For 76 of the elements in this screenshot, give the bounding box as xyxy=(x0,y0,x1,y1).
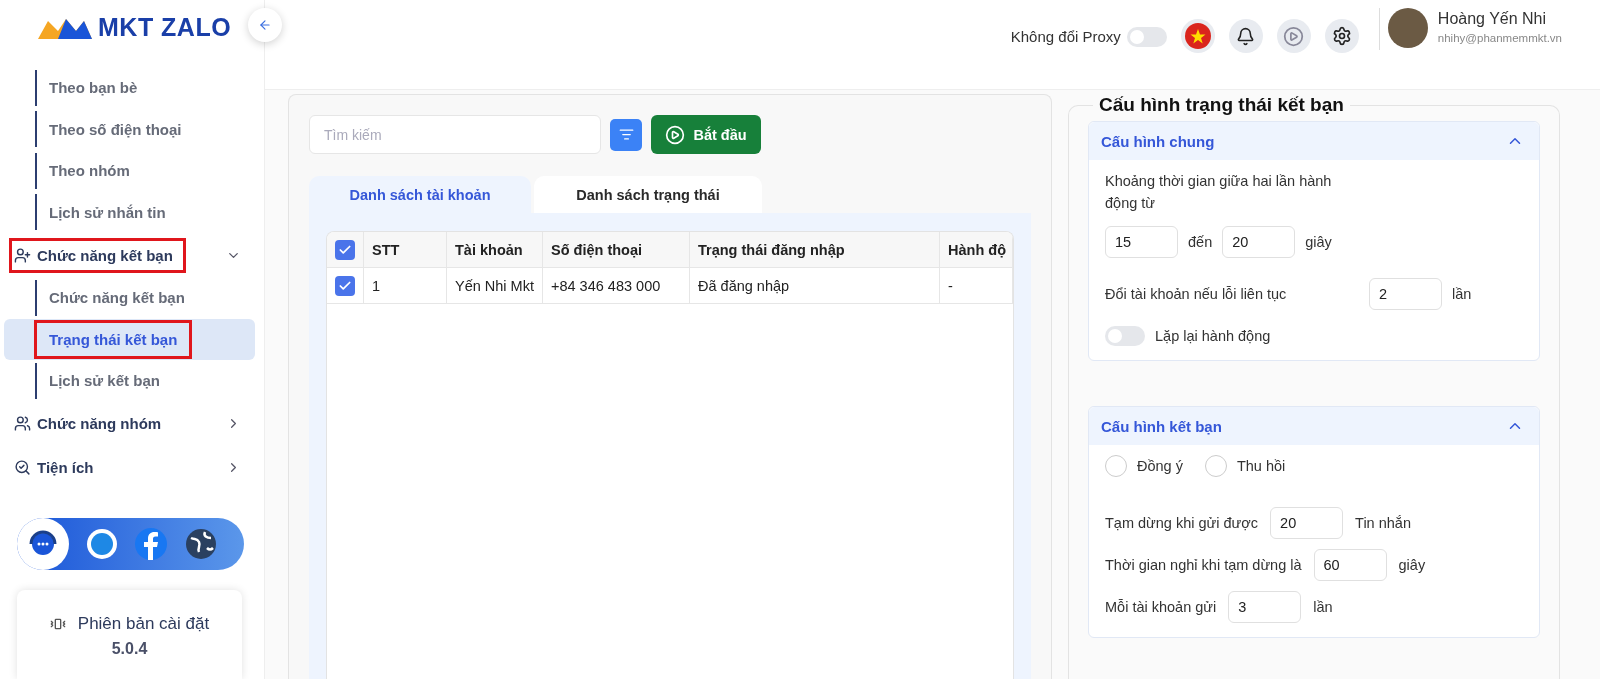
play-button[interactable] xyxy=(1276,19,1311,53)
play-icon xyxy=(1283,25,1305,47)
field-label: Tạm dừng khi gửi được xyxy=(1105,515,1259,531)
section-title[interactable]: Cấu hình chung xyxy=(1101,132,1215,150)
error-count-field[interactable]: 2 xyxy=(1369,278,1442,310)
unit-label: giây xyxy=(1305,234,1332,250)
table-cell: Đã đăng nhập xyxy=(690,268,940,303)
number-field[interactable]: 3 xyxy=(1228,591,1302,623)
avatar-placeholder xyxy=(1387,8,1428,48)
sidebar-group[interactable]: Tiện ích xyxy=(37,459,94,476)
switch-account-label: Đổi tài khoản nếu lỗi liên tục xyxy=(1105,286,1288,302)
notification-button[interactable] xyxy=(1228,19,1263,53)
table-cell: - xyxy=(940,268,1013,303)
number-field[interactable]: 20 xyxy=(1270,507,1344,539)
repeat-label: Lặp lại hành động xyxy=(1155,328,1271,344)
bell-icon xyxy=(1236,26,1256,46)
select-all-checkbox[interactable] xyxy=(335,239,355,260)
field-label: Thời gian nghỉ khi tạm dừng là xyxy=(1105,557,1302,573)
menu-group-icon xyxy=(14,415,31,432)
interval-to-field[interactable]: 20 xyxy=(1222,226,1296,258)
sidebar-item[interactable]: Theo nhóm xyxy=(37,154,142,188)
logo-text: MKT ZALO xyxy=(98,13,232,42)
user-name: Hoàng Yến Nhi xyxy=(1437,10,1548,28)
support-chat-icon[interactable] xyxy=(17,517,69,570)
section-title[interactable]: Cấu hình kết bạn xyxy=(1101,417,1222,435)
unit-label: lần xyxy=(1452,286,1472,302)
menu-group-icon xyxy=(14,459,31,476)
filter-button[interactable] xyxy=(610,118,642,151)
version-number: 5.0.4 xyxy=(111,639,148,658)
column-header: Tài khoản xyxy=(447,232,543,267)
to-label: đến xyxy=(1188,234,1213,250)
sidebar-group[interactable]: Chức năng kết bạn xyxy=(37,246,173,264)
config-title: Cấu hình trạng thái kết bạn xyxy=(1098,94,1345,116)
column-header: Trạng thái đăng nhập xyxy=(690,232,940,267)
user-email: nhihy@phanmemmkt.vn xyxy=(1437,32,1562,44)
menu-group-icon xyxy=(14,246,31,264)
table-cell: 1 xyxy=(364,268,447,303)
interval-label: Khoảng thời gian giữa hai lần hành động từ xyxy=(1105,172,1333,213)
globe-icon[interactable] xyxy=(185,527,217,560)
radio-button[interactable] xyxy=(1204,455,1227,477)
version-label: Phiên bản cài đặt xyxy=(77,613,210,634)
proxy-toggle[interactable] xyxy=(1126,27,1167,47)
unit-label: giây xyxy=(1398,557,1426,573)
repeat-toggle[interactable] xyxy=(1105,326,1145,346)
unit-label: Tin nhắn xyxy=(1355,515,1411,531)
interval-from-field[interactable]: 15 xyxy=(1105,226,1178,258)
sidebar-item[interactable]: Lịch sử nhắn tin xyxy=(37,195,178,229)
play-icon xyxy=(665,124,686,145)
flag-icon xyxy=(1184,23,1211,49)
tab[interactable]: Danh sách tài khoản xyxy=(309,176,531,213)
radio-label: Đồng ý xyxy=(1137,458,1183,474)
sidebar-item[interactable]: Chức năng kết bạn xyxy=(37,281,197,315)
filter-icon xyxy=(618,127,634,142)
language-flag-button[interactable] xyxy=(1180,19,1215,53)
number-field[interactable]: 60 xyxy=(1313,549,1387,581)
proxy-label: Không đổi Proxy xyxy=(1010,28,1121,45)
sidebar-item[interactable]: Theo bạn bè xyxy=(37,71,150,105)
column-header: Hành độ xyxy=(940,232,1013,267)
settings-icon xyxy=(1331,26,1352,46)
sidebar-group[interactable]: Chức năng nhóm xyxy=(37,415,162,432)
radio-label: Thu hồi xyxy=(1236,458,1286,474)
column-header: Số điện thoại xyxy=(543,232,690,267)
facebook-icon[interactable] xyxy=(135,527,167,560)
tab[interactable]: Danh sách trạng thái xyxy=(534,176,762,213)
start-button[interactable]: Bắt đầu xyxy=(651,115,761,154)
table-cell: +84 346 483 000 xyxy=(543,268,690,303)
field-label: Mỗi tài khoản gửi xyxy=(1105,599,1217,615)
radio-button[interactable] xyxy=(1105,455,1127,477)
sidebar-item[interactable]: Theo số điện thoại xyxy=(37,112,194,146)
column-header: STT xyxy=(364,232,447,267)
search-field[interactable]: Tìm kiếm xyxy=(309,115,601,154)
unit-label: lần xyxy=(1313,599,1333,615)
row-checkbox[interactable] xyxy=(335,275,355,296)
sidebar-item[interactable]: Lịch sử kết bạn xyxy=(37,364,172,398)
table-cell: Yến Nhi Mkt xyxy=(447,268,543,303)
settings-button[interactable] xyxy=(1324,19,1359,53)
